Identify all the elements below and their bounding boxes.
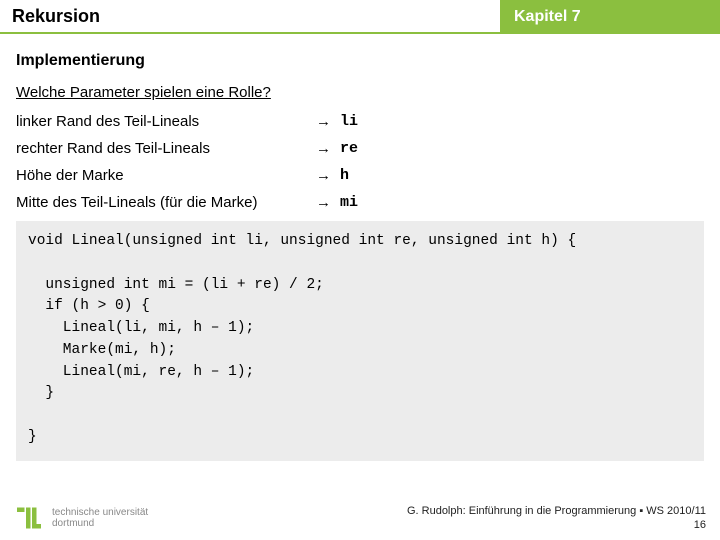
param-var: re xyxy=(340,140,358,157)
section-title: Implementierung xyxy=(16,52,704,70)
institution-line2: dortmund xyxy=(52,518,148,529)
page-number: 16 xyxy=(407,518,706,532)
param-label: Höhe der Marke xyxy=(16,167,316,184)
question-text: Welche Parameter spielen eine Rolle? xyxy=(16,84,704,101)
param-row: rechter Rand des Teil-Lineals → re xyxy=(16,140,704,157)
footer-attribution: G. Rudolph: Einführung in die Programmie… xyxy=(407,504,720,533)
header-bar: Rekursion Kapitel 7 xyxy=(0,0,720,34)
param-label: Mitte des Teil-Lineals (für die Marke) xyxy=(16,194,316,211)
param-label: linker Rand des Teil-Lineals xyxy=(16,113,316,130)
institution-line1: technische universität xyxy=(52,507,148,518)
code-block: void Lineal(unsigned int li, unsigned in… xyxy=(16,221,704,461)
header-title-left: Rekursion xyxy=(0,0,500,34)
param-var: li xyxy=(340,113,358,130)
param-row: linker Rand des Teil-Lineals → li xyxy=(16,113,704,130)
arrow-icon: → xyxy=(316,167,340,184)
arrow-icon: → xyxy=(316,113,340,130)
header-title-right: Kapitel 7 xyxy=(500,0,720,34)
param-var: mi xyxy=(340,194,358,211)
footer-bar: technische universität dortmund G. Rudol… xyxy=(0,496,720,540)
parameter-list: linker Rand des Teil-Lineals → li rechte… xyxy=(16,113,704,211)
param-row: Mitte des Teil-Lineals (für die Marke) →… xyxy=(16,194,704,211)
content-area: Implementierung Welche Parameter spielen… xyxy=(0,34,720,461)
arrow-icon: → xyxy=(316,194,340,211)
param-var: h xyxy=(340,167,349,184)
institution-logo: technische universität dortmund xyxy=(0,503,148,533)
institution-text: technische universität dortmund xyxy=(52,507,148,529)
tu-logo-icon xyxy=(14,503,44,533)
param-label: rechter Rand des Teil-Lineals xyxy=(16,140,316,157)
attribution-text: G. Rudolph: Einführung in die Programmie… xyxy=(407,504,706,518)
arrow-icon: → xyxy=(316,140,340,157)
param-row: Höhe der Marke → h xyxy=(16,167,704,184)
slide: Rekursion Kapitel 7 Implementierung Welc… xyxy=(0,0,720,540)
